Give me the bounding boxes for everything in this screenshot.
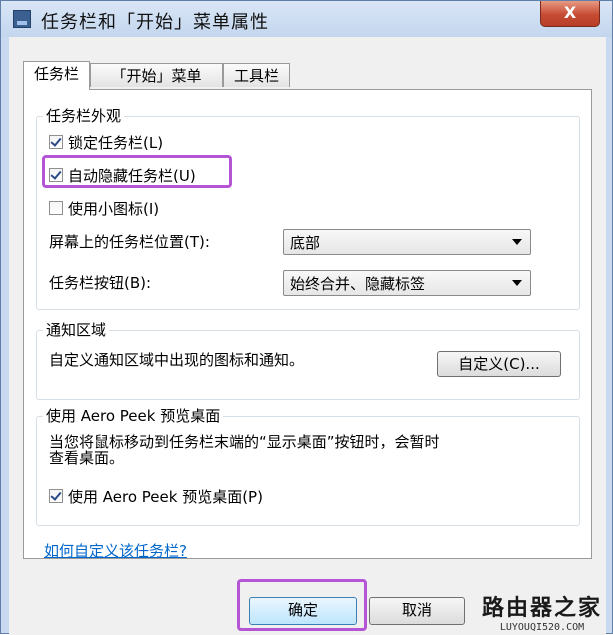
aero-peek-label: 使用 Aero Peek 预览桌面(P) bbox=[68, 487, 263, 506]
dialog-client: 任务栏 「开始」菜单 工具栏 任务栏外观 锁定任务栏(L) 自动隐藏任务栏(U)… bbox=[9, 37, 606, 635]
taskbar-position-label: 屏幕上的任务栏位置(T): bbox=[49, 233, 210, 251]
tab-taskbar[interactable]: 任务栏 bbox=[23, 61, 90, 90]
help-link[interactable]: 如何自定义该任务栏? bbox=[44, 540, 187, 561]
appearance-group-title: 任务栏外观 bbox=[43, 106, 125, 126]
aero-peek-option[interactable]: 使用 Aero Peek 预览桌面(P) bbox=[49, 485, 263, 507]
watermark-main-text: 路由器之家 bbox=[481, 596, 602, 621]
autohide-highlight bbox=[42, 155, 232, 188]
tab-start-menu[interactable]: 「开始」菜单 bbox=[90, 63, 223, 87]
tab-toolbars[interactable]: 工具栏 bbox=[223, 63, 290, 87]
chevron-down-icon bbox=[512, 280, 522, 286]
notification-description: 自定义通知区域中出现的图标和通知。 bbox=[49, 351, 305, 369]
watermark-sub-text: LUYOUQI520.COM bbox=[499, 622, 585, 633]
taskbar-position-select[interactable]: 底部 bbox=[283, 229, 531, 255]
taskbar-buttons-label: 任务栏按钮(B): bbox=[49, 274, 152, 292]
appearance-group: 任务栏外观 锁定任务栏(L) 自动隐藏任务栏(U) 使用小图标(I) 屏幕上的任… bbox=[36, 106, 580, 310]
cancel-button[interactable]: 取消 bbox=[369, 597, 465, 625]
site-watermark: 路由器之家 LUYOUQI520.COM bbox=[482, 590, 602, 633]
taskbar-app-icon bbox=[13, 10, 31, 28]
customize-notifications-button[interactable]: 自定义(C)... bbox=[437, 351, 561, 377]
close-button[interactable]: X bbox=[540, 1, 600, 27]
properties-window: 任务栏和「开始」菜单属性 X 任务栏 「开始」菜单 工具栏 任务栏外观 锁定任务… bbox=[0, 0, 613, 635]
notification-group-title: 通知区域 bbox=[43, 320, 110, 340]
title-bar[interactable]: 任务栏和「开始」菜单属性 X bbox=[1, 1, 612, 37]
lock-taskbar-checkbox[interactable] bbox=[49, 135, 63, 149]
taskbar-position-value: 底部 bbox=[290, 234, 321, 252]
lock-taskbar-label: 锁定任务栏(L) bbox=[68, 133, 164, 152]
window-title: 任务栏和「开始」菜单属性 bbox=[41, 12, 269, 33]
chevron-down-icon bbox=[512, 239, 522, 245]
aero-peek-group: 使用 Aero Peek 预览桌面 当您将鼠标移动到任务栏末端的“显示桌面”按钮… bbox=[36, 406, 580, 526]
notification-group: 通知区域 自定义通知区域中出现的图标和通知。 自定义(C)... bbox=[36, 320, 580, 400]
small-icons-label: 使用小图标(I) bbox=[68, 199, 160, 218]
taskbar-buttons-value: 始终合并、隐藏标签 bbox=[290, 275, 426, 293]
aero-peek-checkbox[interactable] bbox=[49, 489, 63, 503]
aero-peek-group-title: 使用 Aero Peek 预览桌面 bbox=[43, 406, 224, 426]
ok-button-highlight bbox=[237, 579, 367, 631]
aero-peek-description-line2: 查看桌面。 bbox=[49, 449, 125, 467]
lock-taskbar-option[interactable]: 锁定任务栏(L) bbox=[49, 131, 163, 153]
taskbar-buttons-select[interactable]: 始终合并、隐藏标签 bbox=[283, 270, 531, 296]
small-icons-option[interactable]: 使用小图标(I) bbox=[49, 197, 159, 219]
small-icons-checkbox[interactable] bbox=[49, 201, 63, 215]
